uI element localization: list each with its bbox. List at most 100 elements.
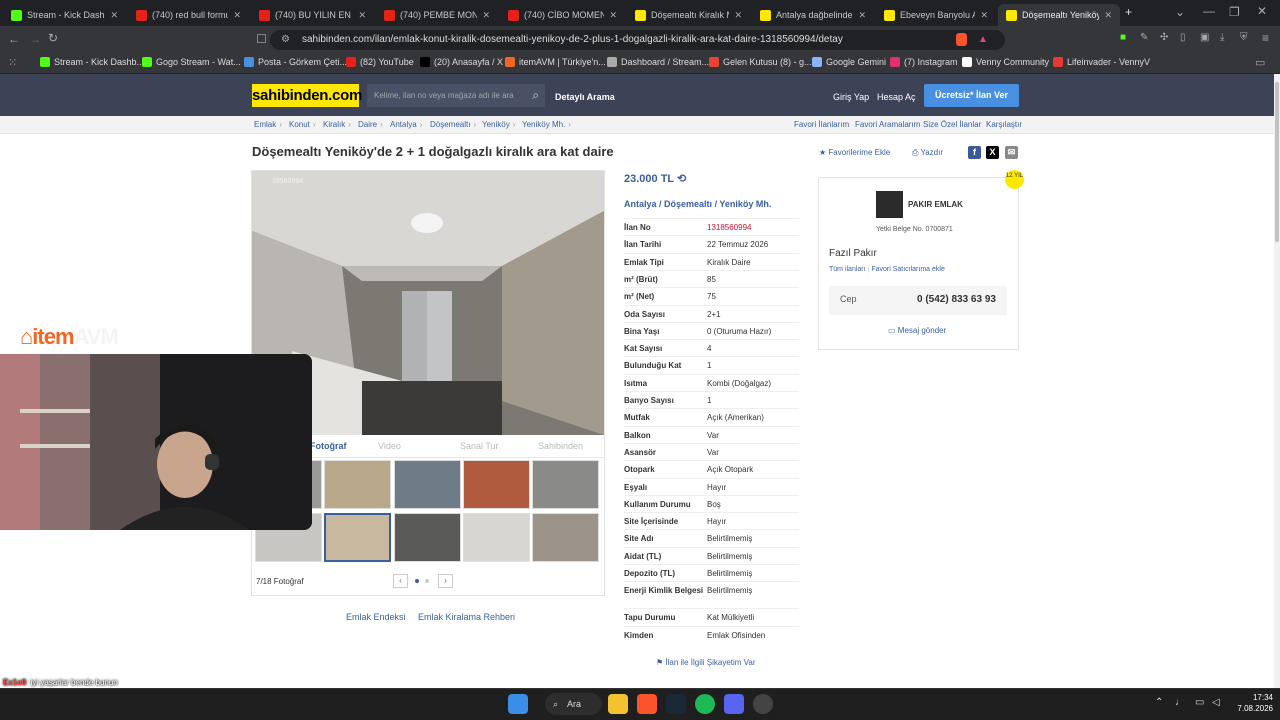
bookmark-item[interactable]: Lifeinvader - VennyV xyxy=(1053,57,1150,67)
browser-tab[interactable]: Stream - Kick Dashboard ✕ xyxy=(3,4,126,26)
breadcrumb-item[interactable]: Yeniköy Mh. › xyxy=(522,120,571,129)
user-link[interactable]: Favori İlanlarım xyxy=(794,120,849,129)
breadcrumb-item[interactable]: Antalya › xyxy=(390,120,422,129)
network-icon[interactable]: ▭ xyxy=(1195,697,1204,708)
browser-tab[interactable]: Ebeveyn Banyolu Alaturka ✕ xyxy=(876,4,996,26)
close-tab-icon[interactable]: ✕ xyxy=(482,10,490,21)
login-link[interactable]: Giriş Yap xyxy=(833,92,869,102)
breadcrumb-item[interactable]: Yeniköy › xyxy=(482,120,515,129)
photo-thumbnail[interactable] xyxy=(394,460,461,509)
close-tab-icon[interactable]: ✕ xyxy=(358,10,366,21)
apps-icon[interactable]: ⁙ xyxy=(8,56,17,69)
photo-thumbnail[interactable] xyxy=(394,513,461,562)
photo-thumbnail[interactable] xyxy=(532,513,599,562)
maximize-icon[interactable]: ❐ xyxy=(1229,5,1240,19)
photo-thumbnail[interactable] xyxy=(532,460,599,509)
add-favorite-button[interactable]: ★ Favorilerime Ekle xyxy=(819,148,890,157)
shield-icon[interactable]: ⛨ xyxy=(1240,32,1248,43)
breadcrumb-item[interactable]: Kiralık › xyxy=(323,120,351,129)
browser-tab[interactable]: (740) red bull formulaz - ✕ xyxy=(128,4,249,26)
bookmark-item[interactable]: itemAVM | Türkiye'n... xyxy=(505,57,606,67)
close-tab-icon[interactable]: ✕ xyxy=(734,10,742,21)
brave-shield-icon[interactable] xyxy=(956,33,967,46)
browser-tab[interactable]: (740) CİBO MOMENTS | U ✕ xyxy=(500,4,625,26)
bookmark-item[interactable]: Gelen Kutusu (8) - g... xyxy=(709,57,812,67)
send-message-button[interactable]: ▭ Mesaj gönder xyxy=(888,326,946,335)
gallery-next-button[interactable]: › xyxy=(438,574,453,588)
extension-icon[interactable]: ■ xyxy=(1120,32,1126,43)
start-menu-icon[interactable] xyxy=(508,694,528,714)
facebook-share-icon[interactable]: f xyxy=(968,146,981,159)
obs-icon[interactable] xyxy=(753,694,773,714)
bookmark-item[interactable]: (20) Anasayfa / X xyxy=(420,57,503,67)
volume-icon[interactable]: ◁ xyxy=(1212,697,1220,708)
site-logo[interactable]: sahibinden.com xyxy=(252,84,362,107)
scrollbar-thumb[interactable] xyxy=(1275,82,1279,242)
breadcrumb-item[interactable]: Konut › xyxy=(289,120,316,129)
breadcrumb-item[interactable]: Döşemealtı › xyxy=(430,120,476,129)
print-button[interactable]: ⎙ Yazdır xyxy=(912,148,943,158)
favorite-seller-link[interactable]: Favori Satıcılarıma ekle xyxy=(871,266,945,273)
tab-virtual-tour[interactable]: Sanal Tur xyxy=(460,441,499,451)
site-info-icon[interactable]: ⚙ xyxy=(281,30,290,50)
close-tab-icon[interactable]: ✕ xyxy=(233,10,241,21)
minimize-icon[interactable]: — xyxy=(1203,4,1215,18)
microphone-icon[interactable]: ♩ xyxy=(1175,697,1185,708)
phone-number[interactable]: 0 (542) 833 63 93 xyxy=(917,294,996,305)
gallery-page-dot[interactable] xyxy=(415,579,419,583)
close-tab-icon[interactable]: ✕ xyxy=(858,10,866,21)
browser-tab[interactable]: Döşemealtı Kiralık Müstak ✕ xyxy=(627,4,750,26)
forward-icon[interactable]: → xyxy=(29,32,41,46)
breadcrumb-item[interactable]: Daire › xyxy=(358,120,383,129)
browser-tab[interactable]: Antalya dağbelinde kiralık ✕ xyxy=(752,4,874,26)
tray-overflow-icon[interactable]: ⌃ xyxy=(1155,697,1163,708)
user-link[interactable]: Karşılaştır xyxy=(986,120,1022,129)
tab-video[interactable]: Video xyxy=(378,441,401,451)
discord-icon[interactable] xyxy=(724,694,744,714)
sidebar-icon[interactable]: ▯ xyxy=(1180,32,1186,43)
taskbar-search[interactable]: ⌕ Ara xyxy=(545,693,602,715)
location-neighborhood[interactable]: Yeniköy Mh. xyxy=(719,199,771,209)
tab-search-icon[interactable]: ⌄ xyxy=(1175,5,1185,19)
wallet-icon[interactable]: ▣ xyxy=(1200,32,1209,43)
email-share-icon[interactable]: ✉ xyxy=(1005,146,1018,159)
bookmark-item[interactable]: (82) YouTube xyxy=(346,57,414,67)
browser-tab[interactable]: Döşemealtı Yeniköy'd ✕ xyxy=(998,4,1120,26)
rental-guide-link[interactable]: Emlak Kiralama Rehberi xyxy=(418,612,515,622)
price-history-icon[interactable]: ⟲ xyxy=(677,173,686,185)
breadcrumb-item[interactable]: Emlak › xyxy=(254,120,282,129)
gallery-page-dot[interactable] xyxy=(425,579,429,583)
location-district[interactable]: Döşemealtı xyxy=(664,199,712,209)
brave-rewards-icon[interactable]: ▲ xyxy=(978,30,988,50)
tab-owner-video[interactable]: Sahibinden xyxy=(538,441,583,451)
search-icon[interactable]: ⌕ xyxy=(532,84,539,107)
close-tab-icon[interactable]: ✕ xyxy=(980,10,988,21)
browser-tab[interactable]: (740) BU YILIN EN BÜYÜK ✕ xyxy=(251,4,374,26)
close-tab-icon[interactable]: ✕ xyxy=(110,10,118,21)
bookmark-item[interactable]: Dashboard / Stream... xyxy=(607,57,709,67)
extensions-icon[interactable]: ✎ xyxy=(1140,32,1148,43)
reload-icon[interactable]: ↻ xyxy=(48,31,58,45)
bookmark-item[interactable]: Stream - Kick Dashb... xyxy=(40,57,144,67)
x-share-icon[interactable]: X xyxy=(986,146,999,159)
real-estate-index-link[interactable]: Emlak Endeksi xyxy=(346,612,406,622)
site-search-input[interactable]: Kelime, ilan no veya mağaza adı ile ara … xyxy=(367,84,545,107)
photo-thumbnail[interactable] xyxy=(463,460,530,509)
close-window-icon[interactable]: ✕ xyxy=(1257,4,1267,18)
photo-thumbnail[interactable] xyxy=(324,460,391,509)
new-tab-button[interactable]: + xyxy=(1125,5,1132,19)
file-explorer-icon[interactable] xyxy=(608,694,628,714)
spotify-icon[interactable] xyxy=(695,694,715,714)
tab-photo[interactable]: Fotoğraf xyxy=(310,441,347,451)
photo-thumbnail[interactable] xyxy=(324,513,391,562)
browser-tab[interactable]: (740) PEMBE MONSTER | ✕ xyxy=(376,4,498,26)
close-tab-icon[interactable]: ✕ xyxy=(1104,10,1112,21)
user-link[interactable]: Size Özel İlanlar xyxy=(923,120,981,129)
bookmark-item[interactable]: Posta - Görkem Çeti... xyxy=(244,57,347,67)
all-bookmarks-icon[interactable]: ▭ xyxy=(1255,56,1265,69)
gallery-prev-button[interactable]: ‹ xyxy=(393,574,408,588)
user-link[interactable]: Favori Aramalarım xyxy=(855,120,920,129)
post-ad-button[interactable]: Ücretsiz* İlan Ver xyxy=(924,84,1019,107)
back-icon[interactable]: ← xyxy=(8,32,20,46)
url-input[interactable]: ⚙ sahibinden.com/ilan/emlak-konut-kirali… xyxy=(270,30,1005,50)
